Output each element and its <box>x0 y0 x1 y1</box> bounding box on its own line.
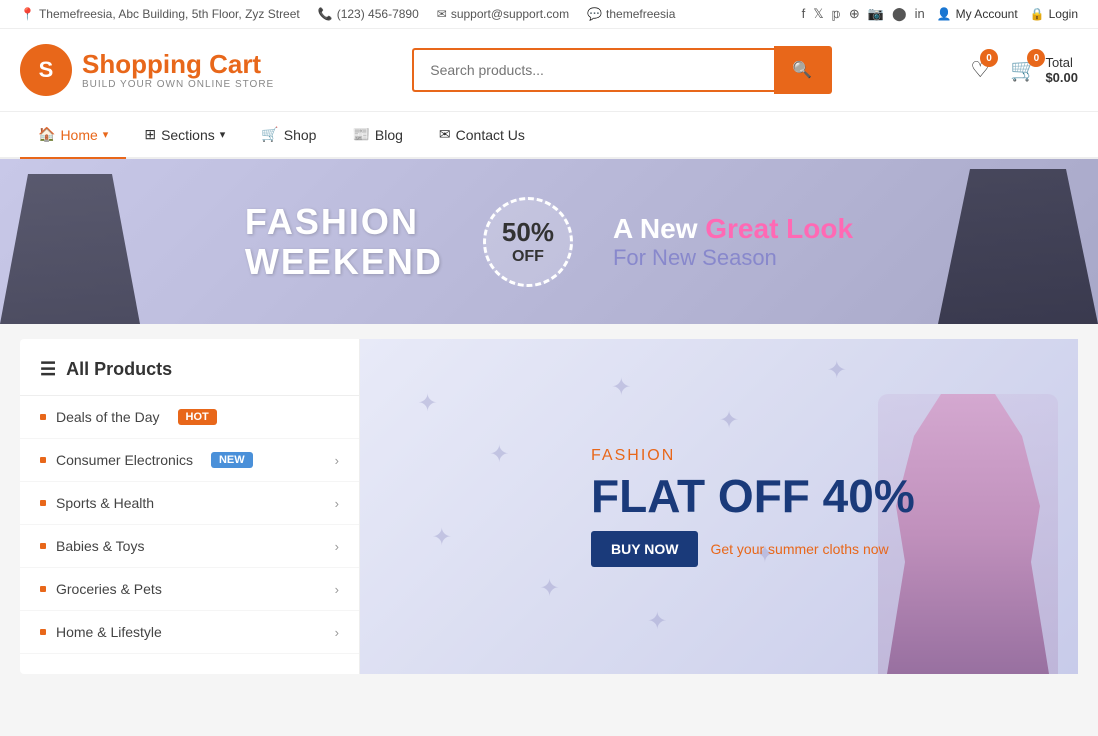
home-icon: 🏠 <box>38 126 55 143</box>
nav-item-sections[interactable]: ⊞ Sections ▾ <box>126 112 243 159</box>
phone-icon: 📞 <box>318 7 333 21</box>
star-decoration: ✦ <box>432 523 452 552</box>
search-input[interactable] <box>412 48 774 92</box>
blog-icon: 📰 <box>352 126 369 143</box>
location-icon: 📍 <box>20 7 35 21</box>
navigation: 🏠 Home ▾ ⊞ Sections ▾ 🛒 Shop 📰 Blog ✉ Co… <box>0 112 1098 159</box>
search-button[interactable]: 🔍 <box>774 46 832 94</box>
star-decoration: ✦ <box>611 373 631 402</box>
wishlist-count-badge: 0 <box>980 49 998 67</box>
login-link[interactable]: 🔒 Login <box>1030 7 1078 21</box>
promo-flat-off: FLAT OFF 40% <box>591 473 915 519</box>
nav-item-home[interactable]: 🏠 Home ▾ <box>20 112 126 159</box>
sidebar-item-indicator <box>40 543 46 549</box>
sidebar-item-electronics[interactable]: Consumer Electronics NEW › <box>20 439 359 482</box>
sidebar-item-indicator <box>40 457 46 463</box>
chevron-right-icon: › <box>335 539 339 554</box>
sidebar-item-groceries[interactable]: Groceries & Pets › <box>20 568 359 611</box>
email-icon: ✉ <box>437 7 447 21</box>
star-decoration: ✦ <box>647 607 667 636</box>
chevron-right-icon: › <box>335 496 339 511</box>
lock-icon: 🔒 <box>1030 7 1045 21</box>
dribbble-icon[interactable]: ⊕ <box>849 6 860 22</box>
banner-content: FASHION WEEKEND 50% OFF A New Great Look… <box>245 197 853 287</box>
logo-text: Shopping Cart BUILD YOUR OWN ONLINE STOR… <box>82 50 274 90</box>
social-icons: f 𝕏 𝕡 ⊕ 📷 ⬤ in <box>802 6 925 22</box>
sidebar-item-babies[interactable]: Babies & Toys › <box>20 525 359 568</box>
grid-icon: ⊞ <box>144 126 156 143</box>
twitter-icon[interactable]: 𝕏 <box>813 6 823 22</box>
sidebar-item-indicator <box>40 586 46 592</box>
header: S Shopping Cart BUILD YOUR OWN ONLINE ST… <box>0 29 1098 112</box>
chevron-right-icon: › <box>335 582 339 597</box>
skype-info: 💬 themefreesia <box>587 7 675 21</box>
chevron-down-icon: ▾ <box>103 128 109 141</box>
skype-icon: 💬 <box>587 7 602 21</box>
top-bar-right: f 𝕏 𝕡 ⊕ 📷 ⬤ in 👤 My Account 🔒 Login <box>802 6 1078 22</box>
search-icon: 🔍 <box>792 62 812 79</box>
top-bar-left: 📍 Themefreesia, Abc Building, 5th Floor,… <box>20 7 675 21</box>
header-actions: ♡ 0 🛒 0 Total $0.00 <box>970 55 1078 85</box>
flickr-icon[interactable]: ⬤ <box>892 6 907 22</box>
nav-item-shop[interactable]: 🛒 Shop <box>243 112 334 159</box>
star-decoration: ✦ <box>719 406 739 435</box>
linkedin-icon[interactable]: in <box>915 6 925 22</box>
envelope-icon: ✉ <box>439 126 451 143</box>
nav-item-blog[interactable]: 📰 Blog <box>334 112 420 159</box>
sidebar-title: ☰ All Products <box>20 359 359 396</box>
chevron-right-icon: › <box>335 625 339 640</box>
star-decoration: ✦ <box>827 356 847 385</box>
hot-badge: HOT <box>178 409 217 425</box>
address-info: 📍 Themefreesia, Abc Building, 5th Floor,… <box>20 7 300 21</box>
hero-banner: FASHION WEEKEND 50% OFF A New Great Look… <box>0 159 1098 324</box>
email-info: ✉ support@support.com <box>437 7 569 21</box>
sidebar-item-sports[interactable]: Sports & Health › <box>20 482 359 525</box>
new-badge: NEW <box>211 452 253 468</box>
top-bar: 📍 Themefreesia, Abc Building, 5th Floor,… <box>0 0 1098 29</box>
promo-fashion-label: FASHION <box>591 447 675 465</box>
cart-icon-wrap: 🛒 0 <box>1010 57 1037 83</box>
banner-right-figure <box>938 169 1098 324</box>
wishlist-button[interactable]: ♡ 0 <box>970 57 990 83</box>
promo-tagline: Get your summer cloths now <box>710 541 888 557</box>
chevron-down-icon: ▾ <box>220 128 226 141</box>
phone-info: 📞 (123) 456-7890 <box>318 7 419 21</box>
promo-cta: BUY NOW Get your summer cloths now <box>591 531 889 567</box>
logo[interactable]: S Shopping Cart BUILD YOUR OWN ONLINE ST… <box>20 44 274 96</box>
sidebar-item-deals[interactable]: Deals of the Day HOT <box>20 396 359 439</box>
cart-count-badge: 0 <box>1027 49 1045 67</box>
facebook-icon[interactable]: f <box>802 6 806 22</box>
star-decoration: ✦ <box>417 389 437 418</box>
promo-panel: ✦ ✦ ✦ ✦ ✦ ✦ ✦ ✦ ✦ FASHION FLAT OFF 40% B… <box>360 339 1078 674</box>
my-account-link[interactable]: 👤 My Account <box>937 7 1018 21</box>
main-content: ☰ All Products Deals of the Day HOT Cons… <box>20 339 1078 674</box>
banner-left-figure <box>0 174 140 324</box>
cart-nav-icon: 🛒 <box>261 126 278 143</box>
menu-lines-icon: ☰ <box>40 359 56 380</box>
chevron-right-icon: › <box>335 453 339 468</box>
buy-now-button[interactable]: BUY NOW <box>591 531 698 567</box>
star-decoration: ✦ <box>489 440 509 469</box>
promo-content: FASHION FLAT OFF 40% BUY NOW Get your su… <box>591 447 915 567</box>
user-icon: 👤 <box>937 7 952 21</box>
pinterest-icon[interactable]: 𝕡 <box>832 6 841 22</box>
sidebar-item-home-lifestyle[interactable]: Home & Lifestyle › <box>20 611 359 654</box>
sidebar: ☰ All Products Deals of the Day HOT Cons… <box>20 339 360 674</box>
banner-discount-circle: 50% OFF <box>483 197 573 287</box>
logo-icon: S <box>20 44 72 96</box>
sidebar-item-indicator <box>40 500 46 506</box>
banner-tagline: A New Great Look For New Season <box>613 213 853 271</box>
nav-item-contact[interactable]: ✉ Contact Us <box>421 112 543 159</box>
cart-button[interactable]: 🛒 0 Total $0.00 <box>1010 55 1078 85</box>
account-links: 👤 My Account 🔒 Login <box>937 7 1078 21</box>
cart-total: Total $0.00 <box>1045 55 1078 85</box>
search-bar: 🔍 <box>412 46 832 94</box>
sidebar-item-indicator <box>40 629 46 635</box>
sidebar-item-indicator <box>40 414 46 420</box>
instagram-icon[interactable]: 📷 <box>868 6 884 22</box>
star-decoration: ✦ <box>540 574 560 603</box>
banner-text-fashion: FASHION WEEKEND <box>245 202 443 281</box>
